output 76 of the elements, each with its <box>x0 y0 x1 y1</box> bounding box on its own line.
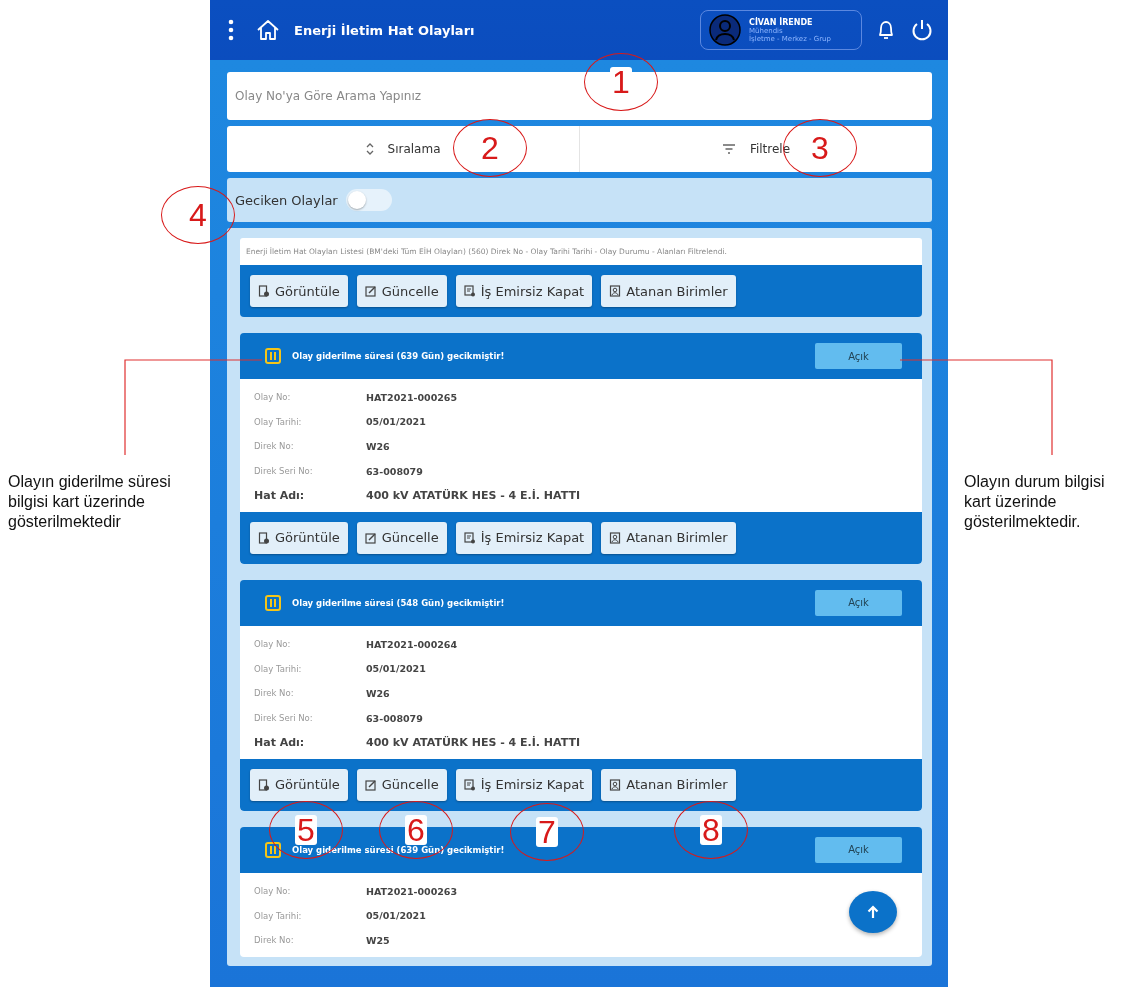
avatar-icon <box>709 14 741 46</box>
update-button[interactable]: Güncelle <box>356 275 447 307</box>
field-value: W25 <box>366 934 390 946</box>
field-label: Olay No: <box>254 886 292 897</box>
checklist-icon <box>463 778 476 791</box>
field-value: 63-008079 <box>366 712 423 724</box>
view-button[interactable]: Görüntüle <box>250 768 348 801</box>
delay-warning: Olay giderilme süresi (639 Gün) gecikmiştir! <box>292 351 506 361</box>
field-label: Hat Adı: <box>254 489 306 503</box>
update-button[interactable]: Güncelle <box>356 521 447 554</box>
edit-icon <box>364 285 377 297</box>
edit-icon <box>364 531 377 544</box>
alert-icon <box>264 840 282 859</box>
status-button[interactable]: Açık <box>815 836 902 863</box>
field-value: HAT2021-000265 <box>366 391 458 403</box>
field-label: Olay Tarihi: <box>254 663 303 674</box>
filter-icon <box>721 144 736 154</box>
callout-number: 7 <box>536 817 558 847</box>
field-label: Hat Adı: <box>254 736 306 750</box>
field-label: Direk No: <box>254 935 295 946</box>
field-value: 05/01/2021 <box>366 910 426 922</box>
close-button[interactable]: İş Emirsiz Kapat <box>455 521 593 554</box>
person-card-icon <box>609 531 622 544</box>
checklist-icon <box>463 285 476 297</box>
status-button[interactable]: Açık <box>815 589 902 616</box>
field-value: 05/01/2021 <box>366 663 426 675</box>
field-value: 400 kV ATATÜRK HES - 4 E.İ. HATTI <box>366 736 581 750</box>
bell-icon[interactable] <box>876 19 896 41</box>
field-value: 63-008079 <box>366 465 423 477</box>
checklist-icon <box>463 531 476 544</box>
person-card-icon <box>609 778 622 791</box>
alert-icon <box>264 347 282 365</box>
arrow-up-icon <box>867 905 879 919</box>
sort-icon <box>365 143 374 155</box>
toggle-switch[interactable] <box>345 189 392 211</box>
field-label: Direk No: <box>254 441 295 452</box>
field-value: 05/01/2021 <box>366 416 426 428</box>
field-label: Olay Tarihi: <box>254 416 303 427</box>
callout-number: 5 <box>295 815 317 845</box>
callout-number: 8 <box>700 815 722 845</box>
field-label: Olay No: <box>254 639 292 650</box>
assigned-units-button[interactable]: Atanan Birimler <box>601 768 736 801</box>
home-icon[interactable] <box>256 19 280 41</box>
field-value: W26 <box>366 441 390 452</box>
view-button[interactable]: Görüntüle <box>250 521 348 554</box>
alert-icon <box>264 593 282 612</box>
field-label: Direk No: <box>254 688 295 699</box>
field-value: HAT2021-000264 <box>366 638 458 650</box>
view-button[interactable]: Görüntüle <box>250 275 348 307</box>
field-label: Direk Seri No: <box>254 466 314 477</box>
update-button[interactable]: Güncelle <box>356 768 447 801</box>
field-label: Olay No: <box>254 392 292 403</box>
assigned-units-button[interactable]: Atanan Birimler <box>601 275 736 307</box>
field-label: Olay Tarihi: <box>254 910 303 921</box>
close-button[interactable]: İş Emirsiz Kapat <box>455 768 593 801</box>
power-icon[interactable] <box>910 18 934 42</box>
document-icon <box>258 285 270 297</box>
field-value: 400 kV ATATÜRK HES - 4 E.İ. HATTI <box>366 489 581 503</box>
field-label: Direk Seri No: <box>254 713 314 724</box>
edit-icon <box>364 778 377 791</box>
field-value: HAT2021-000263 <box>366 885 458 897</box>
delay-warning: Olay giderilme süresi (548 Gün) gecikmiştir! <box>292 597 506 608</box>
document-icon <box>258 531 270 544</box>
app-title: Enerji İletim Hat Olayları <box>294 22 476 38</box>
field-value: W26 <box>366 687 390 699</box>
document-icon <box>258 778 270 791</box>
close-button[interactable]: İş Emirsiz Kapat <box>455 275 593 307</box>
user-name: CİVAN İRENDE <box>749 17 814 27</box>
menu-icon[interactable] <box>228 19 234 41</box>
annotation-note: Olayın durum bilgisi kart üzerinde gösterilmektedir. <box>964 472 1106 532</box>
toggle-label: Geciken Olaylar <box>235 192 338 208</box>
person-card-icon <box>609 285 622 297</box>
assigned-units-button[interactable]: Atanan Birimler <box>601 521 736 554</box>
annotation-note: Olayın giderilme süresi bilgisi kart üzerinde gösterilmektedir <box>7 472 172 532</box>
callout-number: 6 <box>405 815 427 845</box>
status-button[interactable]: Açık <box>815 343 902 369</box>
